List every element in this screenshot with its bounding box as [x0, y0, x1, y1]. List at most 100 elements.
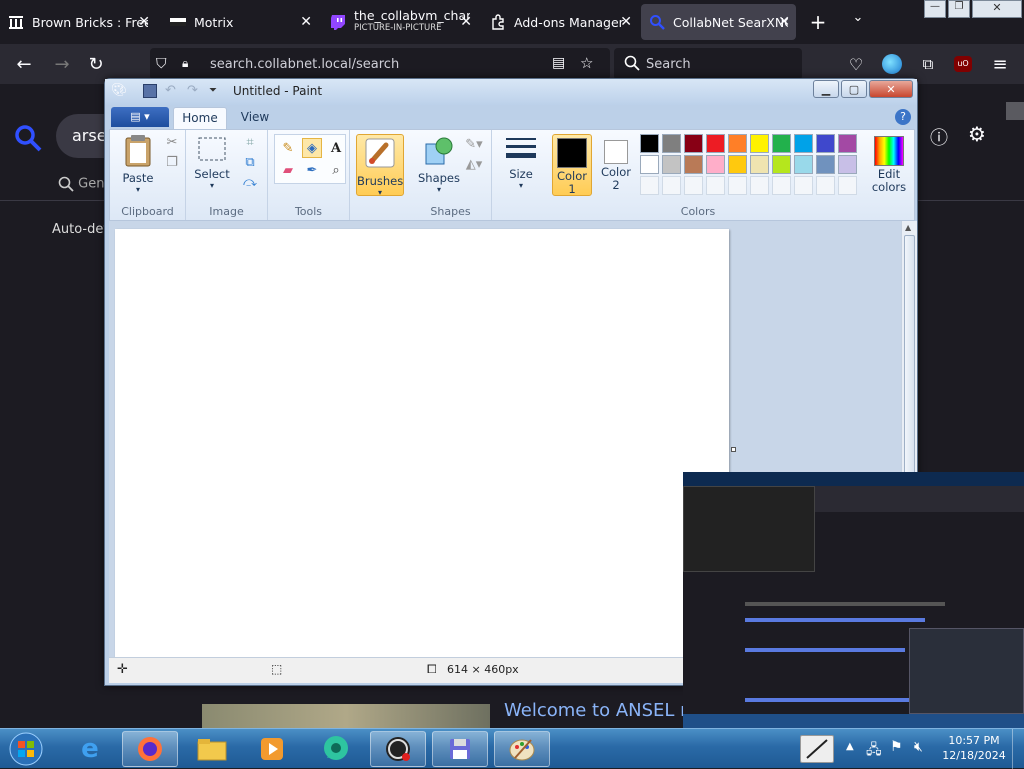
close-tab-icon[interactable]: ✕ — [778, 14, 790, 30]
tab-home[interactable]: Home — [173, 107, 227, 129]
scroll-up-arrow-icon[interactable]: ▲ — [905, 223, 911, 232]
color-swatch[interactable] — [640, 134, 659, 153]
taskbar-chat-app[interactable] — [308, 731, 364, 767]
tab-brown-bricks[interactable]: Brown Bricks : Free ✕ — [0, 4, 156, 40]
drawing-canvas[interactable] — [115, 229, 729, 659]
rotate-icon[interactable]: ⤼ — [240, 172, 260, 192]
settings-gear-icon[interactable]: ⚙ — [968, 122, 986, 146]
language-autodetect[interactable]: Auto-det — [52, 222, 108, 237]
fill-icon[interactable]: ◭▾ — [464, 154, 484, 174]
custom-color-slot[interactable] — [838, 176, 857, 195]
action-center-flag-icon[interactable]: ⚑ — [890, 739, 903, 755]
close-tab-icon[interactable]: ✕ — [620, 14, 632, 30]
custom-color-slot[interactable] — [772, 176, 791, 195]
close-tab-icon[interactable]: ✕ — [300, 14, 312, 30]
magnifier-icon[interactable]: ⌕ — [326, 160, 346, 180]
start-button[interactable] — [4, 731, 48, 767]
color-swatch[interactable] — [684, 155, 703, 174]
minimize-button[interactable]: — — [924, 0, 946, 18]
custom-color-slot[interactable] — [684, 176, 703, 195]
taskbar-explorer[interactable] — [184, 731, 240, 767]
pen-input-icon[interactable] — [800, 735, 834, 763]
color2-button[interactable]: Color 2 — [596, 134, 636, 192]
back-arrow-icon[interactable]: ← — [12, 52, 36, 76]
page-scrollbar[interactable] — [1006, 102, 1024, 120]
taskbar-paint[interactable] — [494, 731, 550, 767]
list-tabs-chevron-icon[interactable]: ⌄ — [848, 10, 868, 34]
paint-file-menu-button[interactable]: ▤ ▾ — [111, 107, 169, 127]
tab-general[interactable]: Gen — [58, 176, 104, 192]
customize-qat-icon[interactable]: ⏷ — [209, 85, 217, 96]
pencil-icon[interactable]: ✎ — [278, 138, 298, 158]
tab-collabvm-channel[interactable]: the_collabvm_char PICTURE-IN-PICTURE ✕ — [322, 4, 478, 40]
pocket-icon[interactable]: ♡ — [844, 52, 868, 76]
forward-arrow-icon[interactable]: → — [50, 52, 74, 76]
redo-icon[interactable]: ↷ — [187, 83, 198, 98]
searxng-logo-icon[interactable] — [14, 124, 42, 155]
tab-view[interactable]: View — [235, 107, 275, 129]
close-tab-icon[interactable]: ✕ — [138, 14, 150, 30]
shield-icon[interactable]: ⛉ — [156, 56, 167, 72]
custom-color-slot[interactable] — [750, 176, 769, 195]
edit-colors-button[interactable]: Edit colors — [866, 134, 912, 194]
color-picker-icon[interactable]: ✒ — [302, 160, 322, 180]
close-window-button[interactable]: ✕ — [972, 0, 1022, 18]
crop-icon[interactable]: ⌗ — [240, 132, 260, 152]
text-tool-icon[interactable]: A — [326, 138, 346, 158]
tab-addons-manager[interactable]: Add-ons Manager ✕ — [482, 4, 638, 40]
cut-scissors-icon[interactable]: ✂ — [162, 132, 182, 152]
volume-muted-icon[interactable]: 🔇︎ — [914, 739, 923, 755]
outline-icon[interactable]: ✎▾ — [464, 134, 484, 154]
color-swatch[interactable] — [662, 155, 681, 174]
paint-maximize-button[interactable]: ▢ — [841, 80, 867, 98]
paint-app-icon[interactable]: 🎨︎ — [111, 83, 128, 98]
brushes-button[interactable]: Brushes ▾ — [356, 134, 404, 197]
color-swatch[interactable] — [838, 134, 857, 153]
color-swatch[interactable] — [794, 134, 813, 153]
eraser-icon[interactable]: ▰ — [278, 160, 298, 180]
paint-close-button[interactable]: ✕ — [869, 80, 913, 98]
color-swatch[interactable] — [728, 134, 747, 153]
color-swatch[interactable] — [750, 155, 769, 174]
color-swatch[interactable] — [684, 134, 703, 153]
custom-color-slot[interactable] — [706, 176, 725, 195]
undo-icon[interactable]: ↶ — [165, 83, 176, 98]
color-swatch[interactable] — [772, 155, 791, 174]
network-icon[interactable]: 🖧︎ — [866, 739, 882, 763]
paste-button[interactable]: Paste ▾ — [118, 134, 158, 194]
ublock-icon[interactable]: uO — [954, 56, 972, 72]
extensions-puzzle-icon[interactable]: ⧉ — [916, 52, 940, 76]
url-text[interactable]: search.collabnet.local/search — [210, 57, 399, 72]
url-bar[interactable]: ⛉ 🔒︎ search.collabnet.local/search ▤ ☆ — [150, 48, 610, 80]
info-icon[interactable]: ⓘ — [930, 124, 948, 150]
result-title-link[interactable]: Welcome to ANSEL r — [504, 700, 688, 721]
color-swatch[interactable] — [706, 134, 725, 153]
show-desktop-button[interactable] — [1012, 729, 1024, 769]
custom-color-slot[interactable] — [794, 176, 813, 195]
result-thumbnail[interactable] — [202, 704, 490, 728]
custom-color-slot[interactable] — [728, 176, 747, 195]
color-swatch[interactable] — [816, 155, 835, 174]
save-icon[interactable] — [143, 84, 157, 98]
hamburger-menu-icon[interactable]: ≡ — [988, 52, 1012, 76]
reader-view-icon[interactable]: ▤ — [552, 55, 565, 71]
select-button[interactable]: Select ▾ — [192, 134, 232, 190]
taskbar-obs[interactable] — [370, 731, 426, 767]
color-swatch[interactable] — [794, 155, 813, 174]
paint-minimize-button[interactable]: ▁ — [813, 80, 839, 98]
picture-in-picture-window[interactable] — [683, 472, 1024, 728]
color-swatch[interactable] — [750, 134, 769, 153]
lock-icon[interactable]: 🔒︎ — [182, 56, 188, 71]
new-tab-button[interactable]: + — [808, 10, 828, 34]
account-avatar[interactable] — [882, 54, 902, 74]
size-button[interactable]: Size ▾ — [498, 134, 544, 190]
color-swatch[interactable] — [728, 155, 747, 174]
close-tab-icon[interactable]: ✕ — [460, 14, 472, 30]
custom-color-slot[interactable] — [816, 176, 835, 195]
resize-icon[interactable]: ⧉ — [240, 152, 260, 172]
fill-bucket-icon[interactable]: ◈ — [302, 138, 322, 158]
color-swatch[interactable] — [706, 155, 725, 174]
canvas-resize-handle[interactable] — [731, 447, 736, 452]
copy-icon[interactable]: ❐ — [162, 152, 182, 172]
color1-button[interactable]: Color 1 — [552, 134, 592, 196]
